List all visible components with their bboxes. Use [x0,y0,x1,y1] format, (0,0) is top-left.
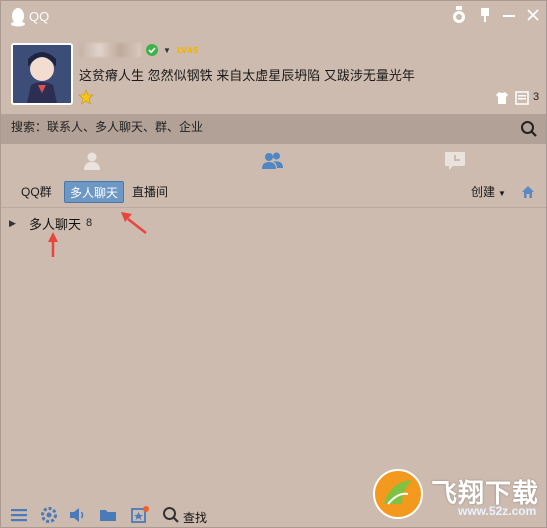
home-icon[interactable] [521,185,535,199]
watermark-url: www.52z.com [458,504,537,518]
skin-icon[interactable] [449,5,469,25]
watermark-logo-icon [373,469,423,519]
tab-messages[interactable] [364,144,545,178]
find-label[interactable]: 查找 [183,509,207,526]
nickname-redacted [79,43,141,57]
folder-icon[interactable] [98,505,118,525]
search-icon[interactable] [520,120,538,138]
search-bar[interactable] [1,114,546,144]
message-icon [444,152,465,170]
window-title: QQ [29,9,50,24]
tab-group-chats[interactable] [182,144,363,178]
create-label: 创建 [471,185,496,199]
subtab-qq-groups[interactable]: QQ群 [16,181,57,203]
sub-tabs: QQ群 多人聊天 直播间 创建 ▼ [1,181,546,205]
message-count: 3 [533,91,540,103]
subtab-multi-chat[interactable]: 多人聊天 [64,181,125,203]
tab-contacts[interactable] [1,144,182,178]
qq-penguin-icon [11,8,25,27]
contact-icon [83,152,100,170]
app-box-icon[interactable] [129,505,149,525]
list-item-multi-chat[interactable]: ▶ 多人聊天 8 [9,213,92,233]
divider [1,207,546,208]
close-icon[interactable] [523,5,543,25]
qq-main-window: QQ ▼ LV45 这贫瘠人生 忽然似钢铁 来自太虚星辰坍陷 又跋涉无量光年 3… [0,0,547,528]
status-dropdown-icon[interactable]: ▼ [163,46,171,55]
title-bar[interactable]: QQ [1,1,547,33]
expand-arrow-icon[interactable]: ▶ [9,218,19,229]
search-input[interactable] [11,120,491,134]
arrow-to-group [48,232,58,257]
online-status-icon[interactable] [146,44,158,56]
group-chat-icon [261,152,283,169]
settings-gear-icon[interactable] [39,505,59,525]
group-label: 多人聊天 [29,216,82,232]
chevron-down-icon: ▼ [498,189,506,198]
main-tabs [1,144,546,178]
shirt-icon[interactable] [495,91,509,105]
subtab-live-room[interactable]: 直播间 [127,181,173,203]
create-button[interactable]: 创建 ▼ [471,181,506,205]
level-badge[interactable]: LV45 [177,46,198,55]
speaker-icon[interactable] [68,505,88,525]
message-box-icon[interactable] [515,91,529,105]
minimize-icon[interactable] [499,5,519,25]
star-icon[interactable] [78,89,94,105]
arrow-to-subtab [121,212,147,234]
pin-icon[interactable] [475,5,495,25]
group-count: 8 [86,217,93,229]
avatar[interactable] [11,43,73,105]
find-search-icon[interactable] [161,505,181,525]
main-menu-icon[interactable] [9,505,29,525]
signature-text[interactable]: 这贫瘠人生 忽然似钢铁 来自太虚星辰坍陷 又跋涉无量光年 [79,65,415,84]
